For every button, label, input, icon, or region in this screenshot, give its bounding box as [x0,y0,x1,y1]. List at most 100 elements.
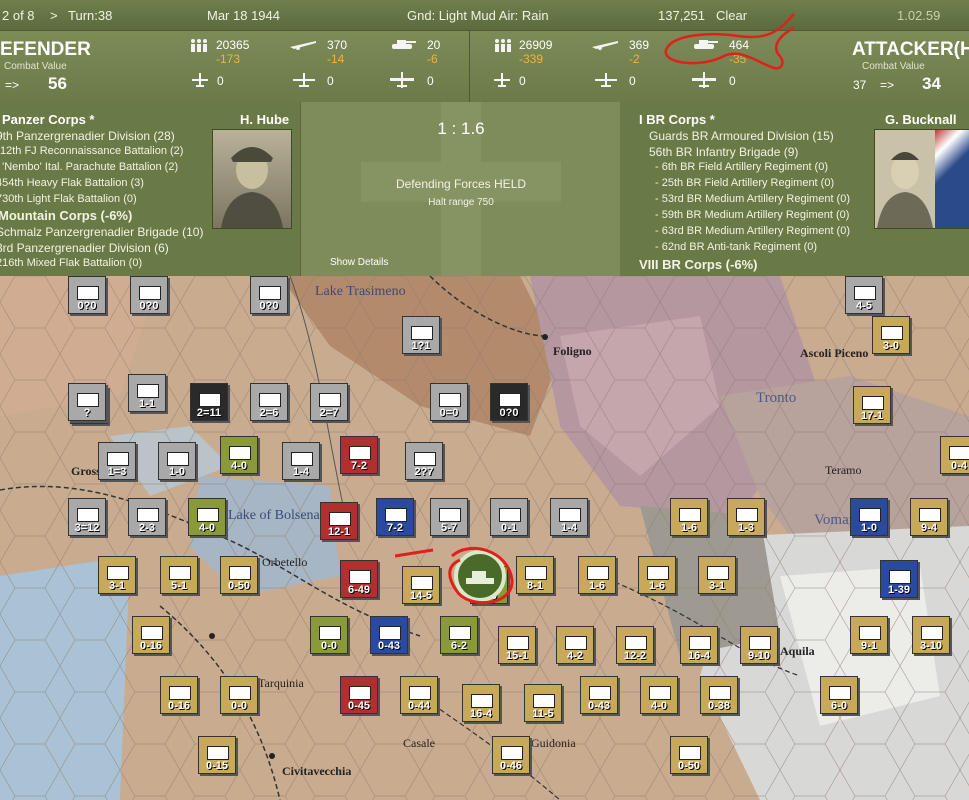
unit-counter[interactable]: 0-16 [132,616,170,654]
unit-strength: 0-50 [227,580,251,592]
unit-counter[interactable]: 0-16 [160,676,198,714]
fighter-icon [192,73,208,87]
highlighted-unit[interactable] [440,544,520,614]
unit-counter[interactable]: 5-1 [160,556,198,594]
unit-counter[interactable]: 16-4 [680,626,718,664]
unit-counter[interactable]: 0-44 [400,676,438,714]
unit-counter[interactable]: 1-0 [850,498,888,536]
unit-counter[interactable]: 1-1 [128,374,166,412]
unit-type-icon [854,286,876,300]
defender-corps-name: Panzer Corps * [2,112,95,127]
unit-counter[interactable]: 3-0 [872,316,910,354]
unit-type-icon [139,286,161,300]
unit-strength: 1-4 [293,466,309,478]
unit-counter[interactable]: 0-0 [220,676,258,714]
unit-counter[interactable]: 6-49 [340,560,378,598]
hex-map[interactable]: Lake Trasimeno Foligno Ascoli Piceno Tro… [0,276,969,800]
unit-strength: 0-38 [707,700,731,712]
unit-counter[interactable]: 4-5 [845,276,883,314]
unit-counter[interactable]: 7-2 [376,498,414,536]
unit-strength: 0-50 [677,760,701,772]
unit-counter[interactable]: 6-0 [820,676,858,714]
next-page-button[interactable]: > [50,8,58,23]
unit-counter[interactable]: 2=7 [310,383,348,421]
unit-type-icon [137,508,159,522]
unit-type-icon [349,570,371,584]
unit-counter[interactable]: 5-7 [430,498,468,536]
unit-counter[interactable]: 9-4 [910,498,948,536]
unit-counter[interactable]: 11-5 [524,684,562,722]
unit-counter[interactable]: 0-43 [580,676,618,714]
unit-counter[interactable]: 14-5 [402,566,440,604]
unit-counter[interactable]: 9-10 [740,626,778,664]
unit-type-icon [107,566,129,580]
unit-counter[interactable]: 1-4 [282,442,320,480]
unit-counter[interactable]: 17-1 [853,386,891,424]
version-label: 1.02.59 [897,8,941,23]
unit-counter[interactable]: 0-50 [670,736,708,774]
unit-counter[interactable]: 0-15 [198,736,236,774]
unit-counter[interactable]: 3=12 [68,498,106,536]
unit-counter[interactable]: 0-43 [370,616,408,654]
unit-counter[interactable]: 2=6 [250,383,288,421]
defender-unit: 12th FJ Reconnaissance Battalion (2) [0,145,184,157]
unit-counter[interactable]: 1-6 [578,556,616,594]
unit-counter[interactable]: 2=11 [190,383,228,421]
unit-counter[interactable]: 0-50 [220,556,258,594]
unit-counter[interactable]: 0?0 [250,276,288,314]
unit-strength: 4-0 [199,522,215,534]
unit-counter[interactable]: 4-2 [556,626,594,664]
unit-counter[interactable]: 12-1 [320,502,358,540]
unit-counter[interactable]: 0-46 [492,736,530,774]
unit-counter[interactable]: 3-1 [698,556,736,594]
unit-counter[interactable]: 1-39 [880,560,918,598]
unit-counter[interactable]: 1-3 [727,498,765,536]
unit-type-icon [319,626,341,640]
unit-counter[interactable]: 1-6 [638,556,676,594]
unit-counter[interactable]: 0-45 [340,676,378,714]
conditions-label: Gnd: Light Mud Air: Rain [407,8,549,23]
unit-counter[interactable]: 4-0 [640,676,678,714]
show-details-button[interactable]: Show Details [330,257,388,268]
unit-counter[interactable]: 2-3 [128,498,166,536]
unit-strength: 0-43 [587,700,611,712]
unit-counter[interactable]: 0?0 [490,383,528,421]
unit-strength: 1-4 [561,522,577,534]
unit-counter[interactable]: ? [68,383,106,421]
unit-counter[interactable]: 1-6 [670,498,708,536]
unit-counter[interactable]: 6-2 [440,616,478,654]
unit-counter[interactable]: 1-0 [158,442,196,480]
unit-counter[interactable]: 0=0 [430,383,468,421]
unit-counter[interactable]: 0?0 [68,276,106,314]
unit-counter[interactable]: 1-4 [550,498,588,536]
attacker-unit: - 62nd BR Anti-tank Regiment (0) [655,241,818,253]
unit-type-icon [647,566,669,580]
unit-counter[interactable]: 0?0 [130,276,168,314]
unit-counter[interactable]: 0-0 [310,616,348,654]
unit-counter[interactable]: 0-38 [700,676,738,714]
unit-strength: 8-1 [527,580,543,592]
unit-counter[interactable]: 9-1 [850,616,888,654]
unit-strength: 0-43 [377,640,401,652]
unit-counter[interactable]: 0-4 [940,436,969,474]
unit-counter[interactable]: 4-0 [188,498,226,536]
unit-type-icon [749,636,771,650]
unit-counter[interactable]: 3-10 [912,616,950,654]
unit-counter[interactable]: 4-0 [220,436,258,474]
unit-counter[interactable]: 16-4 [462,684,500,722]
unit-counter[interactable]: 1?1 [402,316,440,354]
unit-type-icon [77,508,99,522]
unit-counter[interactable]: 15-1 [498,626,536,664]
attacker-unit: - 6th BR Field Artillery Regiment (0) [655,161,828,173]
unit-strength: 1-6 [649,580,665,592]
unit-strength: 5-1 [171,580,187,592]
unit-type-icon [229,566,251,580]
unit-counter[interactable]: 3-1 [98,556,136,594]
unit-counter[interactable]: 7-2 [340,436,378,474]
unit-counter[interactable]: 1=3 [98,442,136,480]
unit-counter[interactable]: 8-1 [516,556,554,594]
unit-counter[interactable]: 12-2 [616,626,654,664]
unit-type-icon [559,508,581,522]
unit-counter[interactable]: 0-1 [490,498,528,536]
unit-counter[interactable]: 2?7 [405,442,443,480]
